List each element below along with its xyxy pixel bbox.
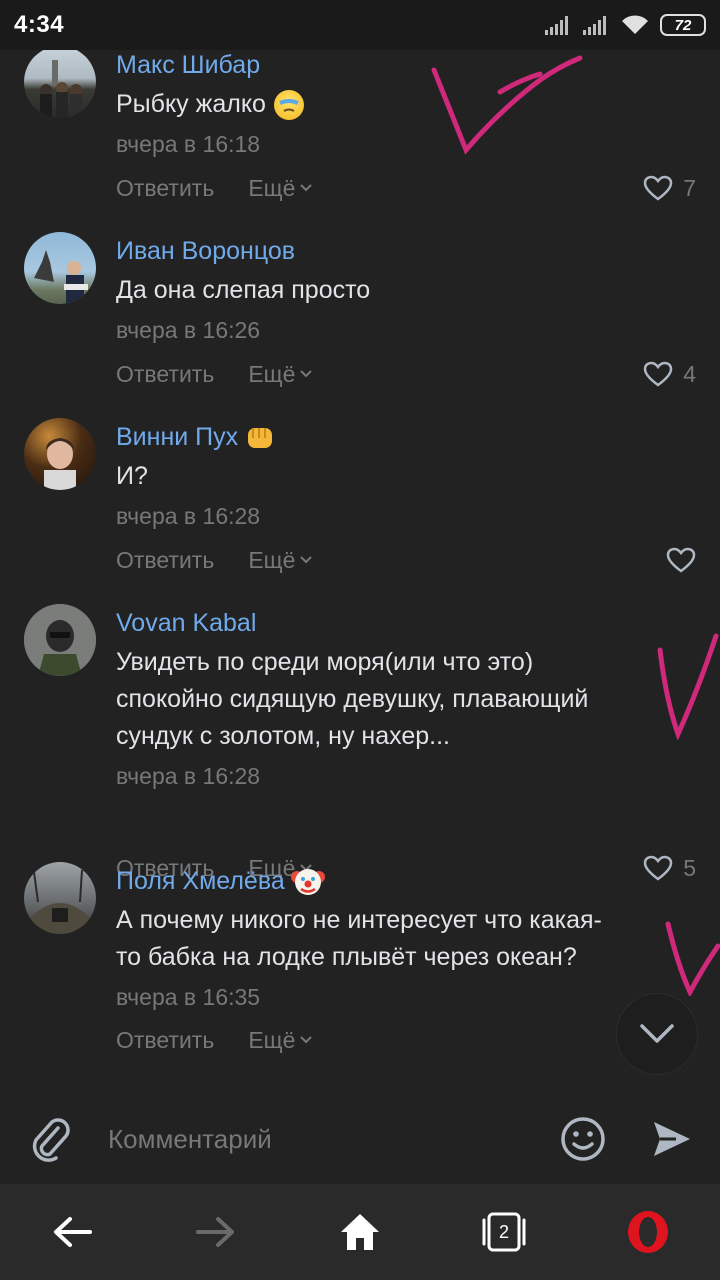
comment-text-line: сундук с золотом, ну нахер...	[116, 722, 450, 750]
attach-icon[interactable]	[28, 1116, 72, 1162]
scroll-down-button[interactable]	[616, 993, 698, 1075]
crying-emoji-icon	[273, 89, 304, 120]
comment-feed[interactable]: Макс Шибар Рыбку жалко вчера в 16:18 Отв…	[0, 50, 720, 1090]
comment-text: Да она слепая просто	[116, 276, 371, 304]
arrow-right-icon	[196, 1217, 234, 1247]
wifi-icon	[622, 15, 648, 34]
comment-input[interactable]: Комментарий	[108, 1124, 272, 1155]
chevron-down-icon	[300, 1036, 313, 1044]
like-button[interactable]	[666, 547, 696, 573]
more-label: Ещё	[248, 546, 296, 573]
clown-emoji-icon	[290, 869, 325, 895]
reply-button[interactable]: Ответить	[116, 361, 214, 388]
tabs-count: 2	[498, 1221, 509, 1242]
more-label: Ещё	[248, 174, 296, 201]
comment-author[interactable]: Vovan Kabal	[116, 608, 256, 638]
signal-icon	[583, 16, 606, 35]
more-label: Ещё	[248, 1026, 296, 1053]
heart-icon	[666, 547, 696, 573]
opera-logo-icon	[628, 1211, 668, 1253]
comment-text: А почему никого не интересует что какая-…	[116, 902, 696, 976]
home-icon	[341, 1214, 379, 1250]
heart-icon	[643, 361, 673, 387]
chevron-down-icon	[300, 184, 313, 192]
battery-indicator: 72	[660, 14, 706, 36]
avatar[interactable]	[24, 232, 96, 304]
heart-icon	[643, 175, 673, 201]
avatar[interactable]	[24, 604, 96, 676]
comment-author[interactable]: Винни Пух	[116, 422, 238, 452]
more-button[interactable]: Ещё	[248, 547, 313, 574]
comment-text-line: Увидеть по среди моря(или что это)	[116, 648, 534, 676]
avatar[interactable]	[24, 418, 96, 490]
chevron-down-icon	[640, 1024, 674, 1043]
like-button[interactable]: 7	[643, 175, 696, 202]
emoji-icon[interactable]	[560, 1116, 606, 1162]
tabs-button[interactable]: 2	[454, 1184, 554, 1280]
comment-time: вчера в 16:28	[116, 503, 261, 529]
comment-time: вчера в 16:35	[116, 984, 261, 1010]
browser-nav-bar: 2	[0, 1184, 720, 1280]
status-bar: 4:34 72	[0, 0, 720, 50]
more-button[interactable]: Ещё	[248, 1027, 313, 1054]
more-button[interactable]: Ещё	[248, 175, 313, 202]
comment-text-line: А почему никого не интересует что какая-	[116, 906, 602, 934]
chevron-down-icon	[300, 556, 313, 564]
reply-button[interactable]: Ответить	[116, 547, 214, 574]
comment-time: вчера в 16:28	[116, 763, 261, 789]
comment-text-line: то бабка на лодке плывёт через океан?	[116, 943, 577, 971]
signal-icon	[545, 16, 568, 35]
comment-author[interactable]: Макс Шибар	[116, 50, 260, 80]
avatar[interactable]	[24, 862, 96, 934]
comment-text-line: спокойно сидящую девушку, плавающий	[116, 685, 589, 713]
more-button[interactable]: Ещё	[248, 361, 313, 388]
comment-text: Увидеть по среди моря(или что это) споко…	[116, 644, 696, 755]
comment-text: И?	[116, 462, 148, 490]
comment-text: Рыбку жалко	[116, 90, 266, 118]
arrow-left-icon	[54, 1217, 92, 1247]
comment-time: вчера в 16:26	[116, 317, 261, 343]
like-count: 4	[683, 360, 696, 387]
like-button[interactable]: 4	[643, 361, 696, 388]
avatar[interactable]	[24, 50, 96, 118]
reply-button[interactable]: Ответить	[116, 175, 214, 202]
back-button[interactable]	[22, 1184, 122, 1280]
forward-button[interactable]	[166, 1184, 266, 1280]
more-label: Ещё	[248, 360, 296, 387]
chevron-down-icon	[300, 370, 313, 378]
like-count: 7	[683, 174, 696, 201]
opera-menu-button[interactable]	[598, 1184, 698, 1280]
comment-composer: Комментарий	[0, 1094, 720, 1184]
home-button[interactable]	[310, 1184, 410, 1280]
comment-author[interactable]: Поля Хмелёва	[116, 866, 285, 896]
fist-emoji-icon	[248, 428, 273, 448]
comment-time: вчера в 16:18	[116, 131, 261, 157]
comment-author[interactable]: Иван Воронцов	[116, 236, 295, 266]
send-icon[interactable]	[650, 1118, 692, 1160]
status-time: 4:34	[14, 11, 65, 38]
reply-button[interactable]: Ответить	[116, 1027, 214, 1054]
